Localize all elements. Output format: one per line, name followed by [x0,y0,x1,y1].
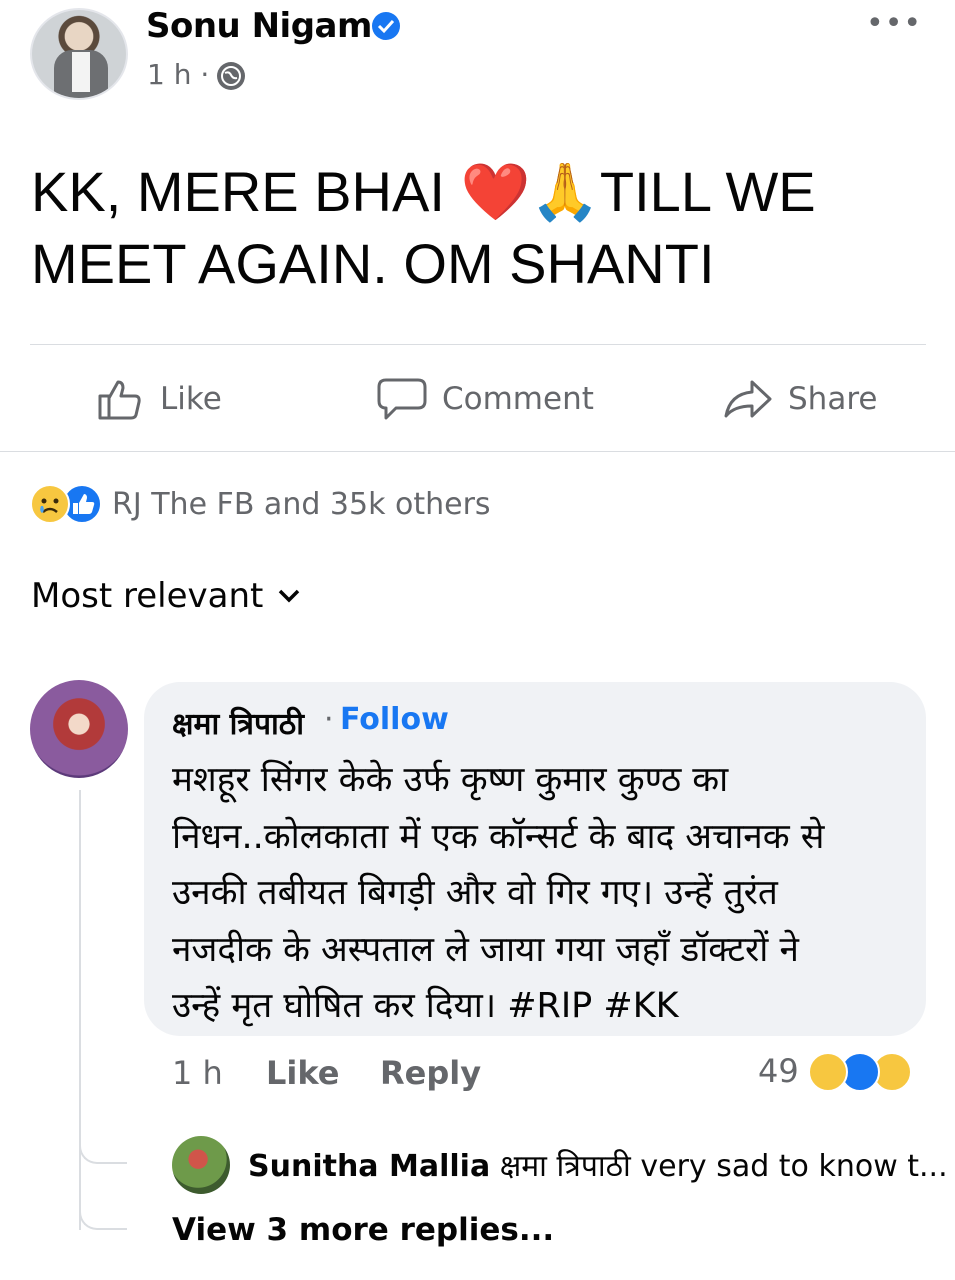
pray-emoji-icon: 🙏 [530,160,600,223]
comment-like-button[interactable]: Like [266,1054,339,1092]
comment-line: निधन..कोलकाता में एक कॉन्सर्ट के बाद अचा… [172,816,825,857]
share-label: Share [788,381,878,417]
share-arrow-icon [724,380,772,418]
post-time[interactable]: 1 h · [147,58,209,91]
avatar-shirt [72,52,90,92]
comment-reaction-count[interactable]: 49 [758,1052,799,1090]
reply-preview[interactable]: Sunitha Mallia क्षमा त्रिपाठी very sad t… [248,1144,948,1185]
comment-line: नजदीक के अस्पताल ले जाया गया जहाँ डॉक्टर… [172,929,799,970]
reply-thread-branch [79,1120,127,1164]
post-text-part: KK, MERE BHAI [31,160,461,223]
comment-line: उन्हें मृत घोषित कर दिया। #RIP #KK [172,986,679,1026]
post-text: KK, MERE BHAI ❤️🙏TILL WE MEET AGAIN. OM … [31,156,911,300]
like-button[interactable]: Like [96,375,222,423]
like-label: Like [160,381,222,417]
author-avatar[interactable] [30,8,128,100]
reply-thread-branch [79,1180,127,1230]
sad-reaction-icon [808,1052,848,1092]
post-text-line: MEET AGAIN. OM SHANTI [31,232,715,295]
heart-emoji-icon: ❤️ [460,160,531,223]
reply-text: क्षमा त्रिपाठी very sad to know t... [499,1149,948,1184]
share-button[interactable]: Share [722,375,877,423]
comment-text: मशहूर सिंगर केके उर्फ कृष्ण कुमार कुण्ठ … [172,752,902,1035]
comment-reactions[interactable] [808,1052,912,1092]
comment-bubble: क्षमा त्रिपाठी · Follow मशहूर सिंगर केके… [144,682,926,1036]
reactions-summary-text: RJ The FB and 35k others [112,486,491,522]
follow-button[interactable]: Follow [340,702,449,737]
sort-label: Most relevant [31,576,264,616]
comment-reply-button[interactable]: Reply [380,1054,481,1092]
reply-thread-line [79,790,81,1230]
reply-author-name[interactable]: Sunitha Mallia [248,1149,490,1184]
more-options-icon[interactable]: ••• [866,6,922,41]
thumbs-up-icon [98,380,141,420]
commenter-name[interactable]: क्षमा त्रिपाठी [172,702,304,743]
comment-button[interactable]: Comment [376,375,594,423]
comment-line: मशहूर सिंगर केके उर्फ कृष्ण कुमार कुण्ठ … [172,760,729,800]
sad-reaction-icon [30,484,70,524]
comment-line: उनकी तबीयत बिगड़ी और वो गिर गए। उन्हें त… [172,873,778,913]
post-action-bar: Like Comment Share [0,345,955,451]
verified-badge-icon [372,12,400,40]
view-more-replies-link[interactable]: View 3 more replies... [172,1212,554,1248]
reply-author-avatar[interactable] [172,1136,230,1194]
divider [0,451,955,452]
post-header: Sonu Nigam 1 h · ••• [0,0,955,110]
post-text-part: TILL WE [599,160,816,223]
globe-icon [217,62,245,90]
reactions-summary[interactable]: RJ The FB and 35k others [30,484,491,524]
comment-sort-dropdown[interactable]: Most relevant [31,576,301,616]
commenter-avatar[interactable] [30,680,128,778]
chevron-down-icon [279,589,300,603]
comment-label: Comment [442,381,594,417]
separator-dot: · [324,702,334,737]
comment-time[interactable]: 1 h [172,1054,223,1092]
comment-bubble-icon [377,378,427,420]
author-name[interactable]: Sonu Nigam [146,6,372,46]
